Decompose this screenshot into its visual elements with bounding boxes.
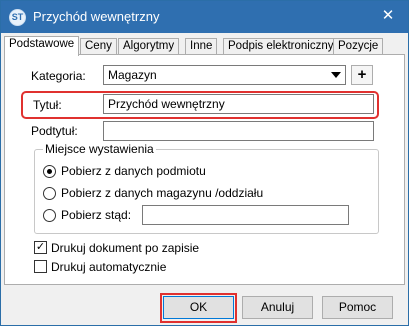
group-title: Miejsce wystawienia [43,142,156,156]
miejsce-wystawienia-group: Miejsce wystawienia Pobierz z danych pod… [34,142,379,234]
drukuj-po-zapisie-checkbox[interactable]: ✓ [34,241,47,254]
tytul-label: Tytuł: [33,98,62,112]
kategoria-select[interactable]: Magazyn [103,65,346,85]
close-icon[interactable]: ✕ [374,4,402,28]
tab-podpis-elektroniczny[interactable]: Podpis elektroniczny [223,38,339,55]
pomoc-button[interactable]: Pomoc [322,296,393,319]
radio-magazynu-label[interactable]: Pobierz z danych magazynu /oddziału [61,186,263,200]
add-kategoria-button[interactable]: + [351,65,373,85]
drukuj-po-zapisie-label[interactable]: Drukuj dokument po zapisie [51,241,199,255]
window-title: Przychód wewnętrzny [33,9,160,24]
dialog-window: ST Przychód wewnętrzny ✕ Podstawowe Ceny… [0,0,409,326]
stad-input[interactable] [142,205,349,225]
tytul-input[interactable]: Przychód wewnętrzny [103,94,374,114]
tab-panel-podstawowe: Kategoria: Magazyn + Tytuł: Przychód wew… [4,54,405,285]
podtytul-input[interactable] [103,121,374,141]
tab-inne[interactable]: Inne [185,38,218,55]
podtytul-label: Podtytuł: [31,124,78,138]
radio-stad-label[interactable]: Pobierz stąd: [61,208,131,222]
drukuj-auto-checkbox[interactable] [34,260,47,273]
radio-magazynu[interactable] [43,187,56,200]
tab-algorytmy[interactable]: Algorytmy [118,38,180,55]
chevron-down-icon [331,72,341,78]
radio-podmiotu-label[interactable]: Pobierz z danych podmiotu [61,164,206,178]
tab-pozycje[interactable]: Pozycje [333,38,384,55]
radio-stad[interactable] [43,209,56,222]
app-logo-icon: ST [9,9,26,26]
kategoria-value: Magazyn [108,68,157,82]
title-bar: ST Przychód wewnętrzny ✕ [1,1,408,33]
radio-podmiotu[interactable] [43,165,56,178]
ok-button[interactable]: OK [163,296,234,319]
kategoria-label: Kategoria: [31,69,86,83]
tab-strip: Podstawowe Ceny Algorytmy Inne Podpis el… [4,36,405,56]
anuluj-button[interactable]: Anuluj [242,296,313,319]
drukuj-auto-label[interactable]: Drukuj automatycznie [51,260,166,274]
tab-podstawowe[interactable]: Podstawowe [4,36,80,56]
tab-ceny[interactable]: Ceny [80,38,117,55]
